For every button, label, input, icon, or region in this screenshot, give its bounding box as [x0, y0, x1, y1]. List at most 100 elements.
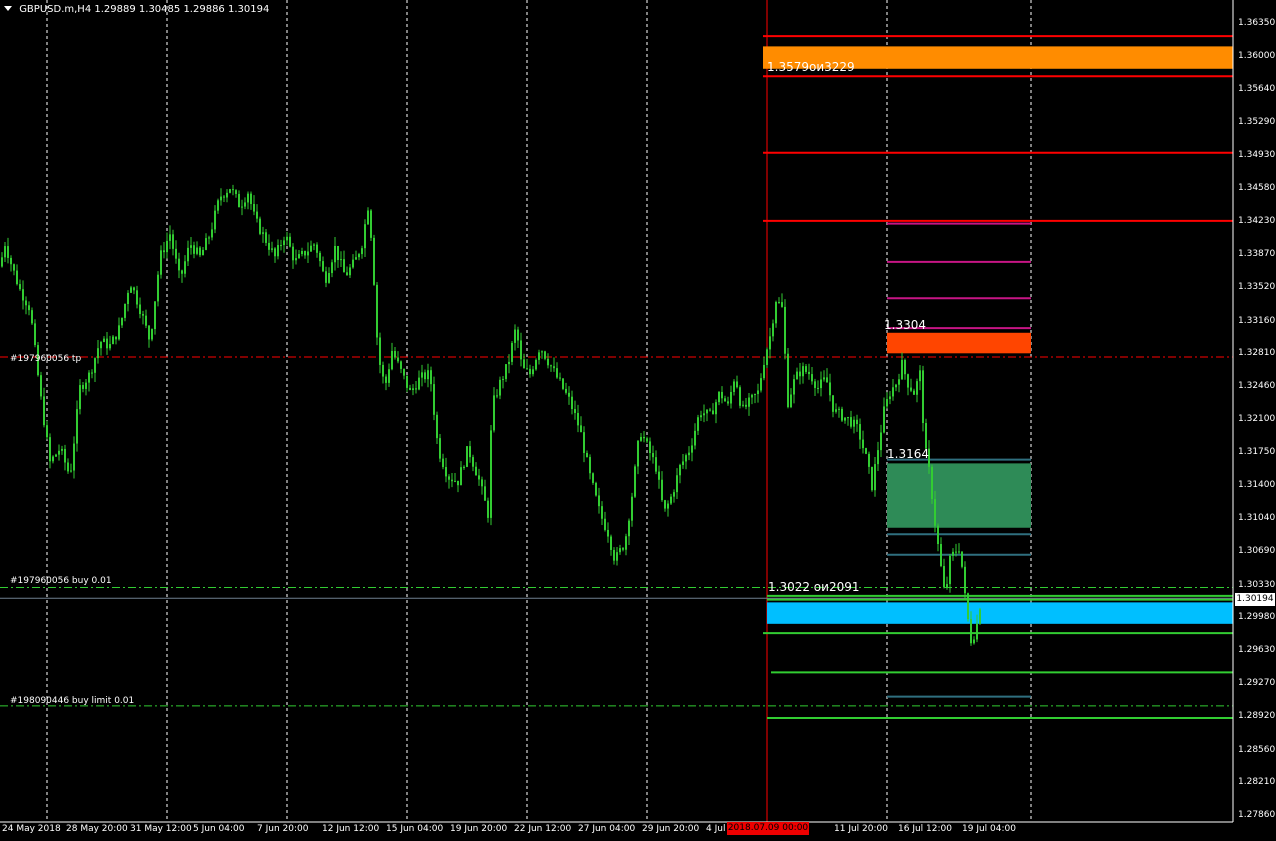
candle-body [727, 401, 729, 404]
candle-body [142, 314, 144, 316]
candle-body [937, 525, 939, 545]
candle-body [322, 261, 324, 272]
price-tick-label: 1.34930 [1238, 150, 1276, 161]
candle-body [625, 536, 627, 550]
candle-body [973, 639, 975, 644]
candle-body [196, 247, 198, 254]
candle-body [280, 245, 282, 247]
candle-body [562, 378, 564, 389]
candle-body [202, 249, 204, 256]
candle-body [799, 371, 801, 377]
candle-body [358, 254, 360, 258]
price-tick-label: 1.29980 [1238, 612, 1276, 623]
candle-body [328, 273, 330, 283]
candle-body [526, 368, 528, 370]
vertical-line-date-marker[interactable]: 2018.07.09 00:00 [727, 822, 809, 835]
candle-body [400, 361, 402, 369]
order-buy-limit-label[interactable]: #198090446 buy limit 0.01 [10, 696, 134, 706]
candle-body [178, 258, 180, 271]
candle-body [127, 292, 129, 304]
candle-body [853, 419, 855, 427]
candle-body [445, 467, 447, 477]
candle-body [421, 372, 423, 378]
candle-body [844, 417, 846, 421]
candle-body [259, 218, 261, 234]
candle-body [325, 271, 327, 283]
candle-body [262, 232, 264, 234]
candle-body [694, 430, 696, 446]
candle-body [805, 366, 807, 372]
candle-body [916, 381, 918, 395]
candle-body [544, 351, 546, 359]
order-tp-label[interactable]: #197960056 tp [10, 354, 81, 364]
menu-triangle-icon[interactable] [4, 6, 12, 11]
candle-body [700, 415, 702, 418]
candle-body [502, 378, 504, 380]
time-tick-label: 27 Jun 04:00 [578, 824, 636, 834]
candle-body [892, 387, 894, 397]
green-zone-label: 1.3164 [887, 447, 929, 461]
candle-body [829, 382, 831, 396]
candle-body [67, 462, 69, 472]
order-buy-label[interactable]: #197960056 buy 0.01 [10, 576, 112, 586]
candle-body [685, 455, 687, 462]
candle-body [394, 350, 396, 358]
candle-body [214, 210, 216, 230]
candle-body [943, 566, 945, 588]
candle-body [229, 189, 231, 193]
candle-body [730, 391, 732, 404]
candle-body [925, 423, 927, 449]
candle-body [175, 248, 177, 259]
candle-body [73, 443, 75, 471]
candle-body [406, 375, 408, 388]
candle-body [91, 372, 93, 374]
candle-body [466, 446, 468, 467]
candle-body [139, 304, 141, 315]
candle-body [802, 366, 804, 377]
candle-body [61, 448, 63, 451]
candle-body [724, 398, 726, 402]
candle-body [610, 536, 612, 550]
candle-body [409, 387, 411, 390]
candle-body [28, 305, 30, 311]
candle-body [433, 384, 435, 415]
candle-body [598, 495, 600, 507]
candle-body [781, 302, 783, 307]
candle-body [697, 417, 699, 431]
candle-body [580, 425, 582, 433]
candle-body [679, 464, 681, 476]
candle-body [424, 372, 426, 380]
candle-body [934, 499, 936, 526]
candle-body [529, 368, 531, 375]
candle-body [448, 476, 450, 480]
candle-body [64, 448, 66, 463]
price-tick-label: 1.31400 [1238, 479, 1276, 490]
candle-body [340, 259, 342, 261]
candle-body [787, 353, 789, 408]
candle-body [871, 466, 873, 491]
candle-body [910, 387, 912, 391]
candle-body [754, 394, 756, 396]
candle-body [436, 414, 438, 439]
candle-body [463, 466, 465, 468]
candle-body [268, 242, 270, 250]
candle-body [289, 236, 291, 247]
price-chart[interactable] [0, 0, 1276, 841]
candle-body [568, 392, 570, 397]
candle-body [76, 409, 78, 444]
candle-body [286, 236, 288, 241]
candle-body [952, 551, 954, 556]
candle-body [337, 245, 339, 261]
price-tick-label: 1.32100 [1238, 414, 1276, 425]
candle-body [760, 378, 762, 391]
candle-body [244, 202, 246, 207]
candle-body [643, 436, 645, 439]
candle-body [940, 544, 942, 567]
candle-body [355, 257, 357, 260]
candle-body [769, 336, 771, 350]
candle-body [451, 479, 453, 482]
candle-body [961, 551, 963, 567]
candle-body [688, 452, 690, 456]
candle-body [535, 359, 537, 370]
chart-header[interactable]: GBPUSD.m,H4 1.29889 1.30485 1.29886 1.30… [4, 4, 269, 15]
